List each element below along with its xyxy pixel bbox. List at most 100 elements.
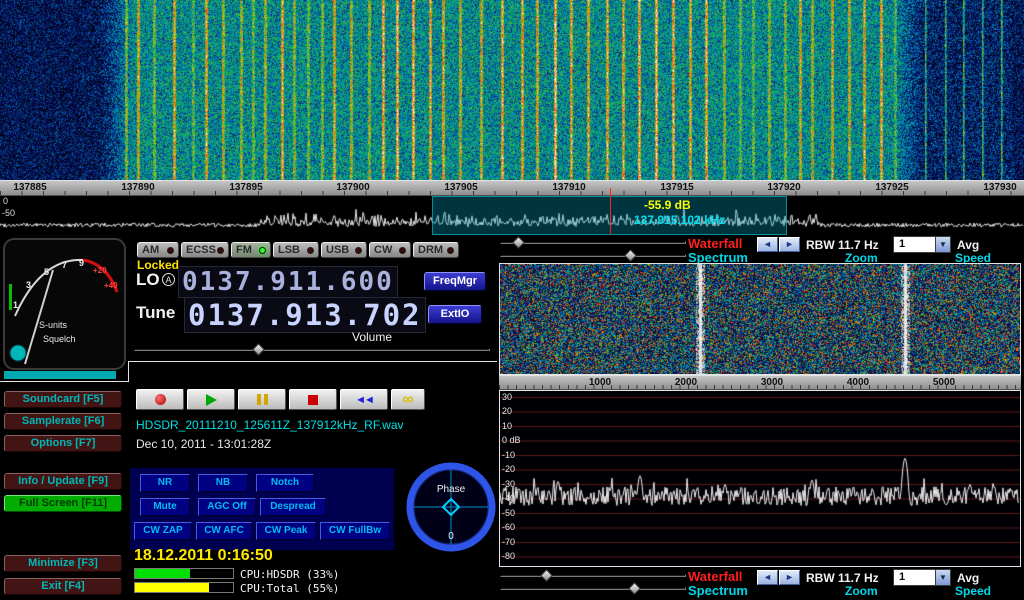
extio-button[interactable]: ExtIO: [428, 305, 482, 324]
volume-slider[interactable]: [134, 344, 490, 355]
slider-track: [500, 241, 686, 244]
despread-button[interactable]: Despread: [260, 498, 326, 516]
mode-led-icon: [399, 247, 406, 254]
tab-spectrum-top[interactable]: Spectrum: [688, 250, 748, 265]
rbw-readout-top: RBW 11.7 Hz: [806, 238, 879, 252]
loop-button[interactable]: ∞: [391, 389, 425, 410]
mode-label: DRM: [418, 244, 443, 256]
mode-button-cw[interactable]: CW: [369, 242, 411, 258]
zoom-in-button-bottom[interactable]: ►: [779, 570, 800, 585]
af-spectrum-display[interactable]: [500, 391, 1020, 566]
tab-waterfall-top[interactable]: Waterfall: [688, 236, 742, 251]
s-units-label: S-units: [39, 320, 68, 330]
lo-lock-badge[interactable]: A: [162, 273, 175, 286]
slider-thumb[interactable]: [540, 569, 553, 582]
zoom-in-button-top[interactable]: ►: [779, 237, 800, 252]
cw-fullbw-button[interactable]: CW FullBw: [320, 522, 390, 540]
options-button[interactable]: Options [F7]: [4, 435, 122, 452]
volume-slider-thumb[interactable]: [252, 343, 265, 356]
stop-button[interactable]: [289, 389, 337, 410]
mode-label: FM: [236, 244, 252, 256]
mode-led-icon: [167, 247, 174, 254]
lo-frequency-display[interactable]: 0137.911.600: [178, 266, 398, 298]
play-icon: [206, 394, 217, 406]
soundcard-button[interactable]: Soundcard [F5]: [4, 391, 122, 408]
zoom-out-button-bottom[interactable]: ◄: [757, 570, 778, 585]
s-meter-scale-label: 1: [13, 300, 18, 310]
chevron-down-icon[interactable]: ▼: [935, 570, 950, 585]
af-scale-ticks: [499, 385, 1021, 389]
mute-button[interactable]: Mute: [140, 498, 190, 516]
avg-label-bottom: Avg: [957, 571, 979, 585]
notch-button[interactable]: Notch: [256, 474, 314, 492]
s-meter-scale-label: 7: [62, 260, 67, 270]
separator-line: [128, 361, 129, 382]
spec-brightness-slider[interactable]: [500, 570, 686, 581]
cpu-total-bar-fill: [135, 583, 209, 592]
agc-button[interactable]: AGC Off: [198, 498, 256, 516]
avg-combo-top[interactable]: 1 ▼: [893, 236, 951, 253]
chevron-down-icon[interactable]: ▼: [935, 237, 950, 252]
rf-frequency-scale[interactable]: 137885 137890 137895 137900 137905 13791…: [0, 180, 1024, 196]
mode-button-usb[interactable]: USB: [321, 242, 367, 258]
tab-waterfall-bottom[interactable]: Waterfall: [688, 569, 742, 584]
cw-peak-button[interactable]: CW Peak: [256, 522, 316, 540]
zoom-out-button-top[interactable]: ◄: [757, 237, 778, 252]
squelch-knob[interactable]: [10, 345, 26, 361]
cpu-total-bar: [134, 582, 234, 593]
record-button[interactable]: [136, 389, 184, 410]
wf-contrast-slider[interactable]: [500, 250, 686, 261]
squelch-level-bar[interactable]: [4, 371, 116, 379]
wf-brightness-slider[interactable]: [500, 237, 686, 248]
mode-label: ECSS: [186, 244, 216, 256]
datetime-display[interactable]: 18.12.2011 0:16:50: [134, 547, 273, 565]
mode-led-icon: [447, 247, 454, 254]
slider-track: [500, 587, 686, 590]
slider-thumb[interactable]: [624, 249, 637, 262]
exit-button[interactable]: Exit [F4]: [4, 578, 122, 595]
mode-button-lsb[interactable]: LSB: [273, 242, 319, 258]
info-update-button[interactable]: Info / Update [F9]: [4, 473, 122, 490]
pause-button[interactable]: [238, 389, 286, 410]
squelch-label: Squelch: [43, 334, 76, 344]
avg-combo-bottom[interactable]: 1 ▼: [893, 569, 951, 586]
s-meter-scale-label: 5: [44, 267, 49, 277]
cpu-hdsdr-bar-fill: [135, 569, 190, 578]
volume-label: Volume: [352, 330, 392, 344]
tab-spectrum-bottom[interactable]: Spectrum: [688, 583, 748, 598]
tune-frequency-display[interactable]: 0137.913.702: [184, 297, 426, 333]
spec-contrast-slider[interactable]: [500, 583, 686, 594]
mode-label: USB: [326, 244, 349, 256]
cpu-total-label: CPU:Total (55%): [240, 582, 339, 595]
minimize-button[interactable]: Minimize [F3]: [4, 555, 122, 572]
af-waterfall-display[interactable]: [500, 264, 1020, 374]
nr-button[interactable]: NR: [140, 474, 190, 492]
samplerate-button[interactable]: Samplerate [F6]: [4, 413, 122, 430]
fullscreen-button[interactable]: Full Screen [F11]: [4, 495, 122, 512]
rf-waterfall-display[interactable]: [0, 0, 1024, 180]
cw-zap-button[interactable]: CW ZAP: [134, 522, 192, 540]
mode-button-fm[interactable]: FM: [231, 242, 271, 258]
mode-button-ecss[interactable]: ECSS: [181, 242, 229, 258]
play-button[interactable]: [187, 389, 235, 410]
cw-afc-button[interactable]: CW AFC: [196, 522, 252, 540]
db-axis-label: -70: [502, 537, 515, 547]
lo-label: LO: [136, 270, 160, 290]
rewind-button[interactable]: ◄◄: [340, 389, 388, 410]
nb-button[interactable]: NB: [198, 474, 248, 492]
slider-thumb[interactable]: [628, 582, 641, 595]
zoom-label-bottom: Zoom: [845, 584, 878, 598]
separator-line: [128, 361, 497, 362]
mode-button-drm[interactable]: DRM: [413, 242, 459, 258]
freqmgr-button[interactable]: FreqMgr: [424, 272, 486, 291]
phase-value: 0: [448, 531, 454, 542]
recording-timestamp: Dec 10, 2011 - 13:01:28Z: [136, 437, 271, 451]
mode-button-am[interactable]: AM: [137, 242, 179, 258]
af-frequency-scale[interactable]: 1000 2000 3000 4000 5000: [499, 375, 1021, 390]
s-meter[interactable]: 1 3 5 7 9 +20 +40 S-units Squelch: [3, 238, 126, 370]
phase-dial[interactable]: Phase 0: [406, 461, 496, 553]
record-icon: [155, 394, 166, 405]
slider-track: [500, 254, 686, 257]
cpu-hdsdr-bar: [134, 568, 234, 579]
slider-thumb[interactable]: [512, 236, 525, 249]
